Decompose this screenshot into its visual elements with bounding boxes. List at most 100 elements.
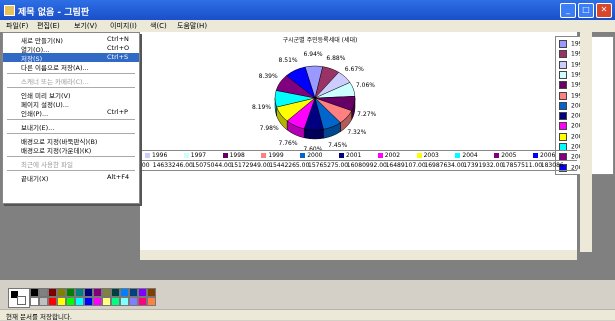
legend-swatch <box>559 132 567 141</box>
data-table: 1996 1997 1998 1999 2000 2001 2002 2003 2004 2005… <box>140 150 577 174</box>
status-bar: 현재 문서를 저장합니다. <box>0 309 615 321</box>
palette-color-swatch[interactable] <box>39 297 48 306</box>
menu-image[interactable]: 이미지(I) <box>110 21 137 31</box>
menu-view[interactable]: 보기(V) <box>74 21 97 31</box>
vertical-scrollbar[interactable] <box>580 32 592 252</box>
color-palette <box>0 284 615 308</box>
table-header-swatch <box>377 153 383 158</box>
table-cell: 15075044.00 <box>191 162 232 169</box>
table-header-cell: 2004 <box>455 152 478 162</box>
window-title: 제목 없음 - 그림판 <box>18 8 90 18</box>
table-cell: 14633246.00 <box>152 162 193 169</box>
paint-app-icon <box>4 5 15 16</box>
menu-separator <box>7 156 135 157</box>
palette-color-swatch[interactable] <box>93 288 102 297</box>
palette-color-swatch[interactable] <box>57 297 66 306</box>
table-header-label: 2000 <box>307 152 323 159</box>
table-cell: 15442265.00 <box>269 162 310 169</box>
palette-color-swatch[interactable] <box>102 288 111 297</box>
palette-color-swatch[interactable] <box>93 297 102 306</box>
table-header-swatch <box>494 153 500 158</box>
table-header-swatch <box>533 153 538 158</box>
palette-color-swatch[interactable] <box>129 288 138 297</box>
file-menu-item[interactable]: 배경으로 지정(바둑판식)(B) <box>3 136 139 146</box>
table-header-label: 2002 <box>384 152 401 159</box>
palette-color-swatch[interactable] <box>48 288 57 297</box>
pie-data-label: 7.27% <box>357 110 377 118</box>
table-header-swatch <box>339 153 344 158</box>
file-menu-item[interactable]: 배경으로 지정(가운데)(K) <box>3 145 139 155</box>
file-menu-item[interactable]: 페이지 설정(U)... <box>3 99 139 109</box>
file-menu-item[interactable]: 다른 이름으로 저장(A)... <box>3 62 139 72</box>
table-cell: 15765275.00 <box>308 162 349 169</box>
horizontal-scrollbar[interactable] <box>140 250 577 260</box>
maximize-button[interactable]: □ <box>578 3 594 18</box>
pie-slice-side <box>303 128 324 140</box>
legend-swatch <box>559 70 567 79</box>
paint-canvas[interactable]: 구시군별 주민등록세대 (세대) 6.94% 6.88% 6.67% 7.06% 7.2… <box>140 32 614 250</box>
palette-color-swatch[interactable] <box>30 297 39 306</box>
table-header-label: 2006 <box>540 152 556 159</box>
file-menu-item-shortcut: Alt+F4 <box>107 173 130 181</box>
palette-color-swatch[interactable] <box>75 297 84 306</box>
menu-file[interactable]: 파일(F) <box>6 21 28 31</box>
file-menu-item[interactable]: 인쇄(P)... Ctrl+P <box>3 108 139 118</box>
file-menu-item[interactable]: 새로 만들기(N) Ctrl+N <box>3 35 139 45</box>
pie-data-label: 7.06% <box>355 82 375 90</box>
legend-swatch <box>559 50 567 59</box>
legend-swatch <box>559 60 567 69</box>
palette-color-swatch[interactable] <box>30 288 39 297</box>
table-cell: 17391932.00 <box>463 162 504 169</box>
table-header-cell: 2006 <box>533 152 555 162</box>
close-button[interactable]: ✕ <box>596 3 612 18</box>
file-menu-item-shortcut: Ctrl+O <box>107 44 130 52</box>
menu-help[interactable]: 도움말(H) <box>177 21 207 31</box>
menu-colors[interactable]: 색(C) <box>150 21 167 31</box>
menu-edit[interactable]: 편집(E) <box>37 21 60 31</box>
legend-swatch <box>559 122 567 131</box>
palette-color-swatch[interactable] <box>120 288 129 297</box>
legend-swatch <box>559 81 567 90</box>
palette-color-swatch[interactable] <box>39 288 48 297</box>
palette-color-swatch[interactable] <box>111 288 120 297</box>
palette-color-swatch[interactable] <box>138 288 147 297</box>
table-header-cell: 1996 <box>145 152 167 162</box>
file-menu-dropdown: 새로 만들기(N) Ctrl+N 열기(O)... Ctrl+O 저장(S) Ctrl+S… <box>2 32 140 204</box>
file-menu-item[interactable]: 보내기(E)... <box>3 122 139 132</box>
table-header-label: 1998 <box>229 152 245 159</box>
palette-color-swatch[interactable] <box>84 297 93 306</box>
file-menu-item[interactable]: 저장(S) Ctrl+S <box>3 53 139 63</box>
legend-swatch <box>559 40 567 48</box>
table-header-cell: 1998 <box>222 152 245 162</box>
palette-color-swatch[interactable] <box>147 297 156 306</box>
palette-color-swatch[interactable] <box>57 288 66 297</box>
table-cell: 15172949.00 <box>230 162 271 169</box>
palette-color-swatch[interactable] <box>84 288 93 297</box>
file-menu-item[interactable]: 인쇄 미리 보기(V) <box>3 90 139 100</box>
palette-color-swatch[interactable] <box>138 297 147 306</box>
palette-color-swatch[interactable] <box>75 288 84 297</box>
menu-separator <box>7 73 135 74</box>
current-colors[interactable] <box>8 288 30 308</box>
table-cell: 16987634.00 <box>424 162 465 169</box>
palette-color-swatch[interactable] <box>120 297 129 306</box>
palette-color-swatch[interactable] <box>111 297 120 306</box>
file-menu-item[interactable]: 끝내기(X) Alt+F4 <box>3 173 139 183</box>
minimize-button[interactable]: _ <box>560 3 576 18</box>
palette-color-swatch[interactable] <box>147 288 156 297</box>
palette-color-swatch[interactable] <box>129 297 138 306</box>
pie-data-label: 6.94% <box>303 51 323 59</box>
table-header-swatch <box>145 153 150 158</box>
status-text: 현재 문서를 저장합니다. <box>6 313 72 321</box>
table-cell: 16080992.00 <box>346 162 387 169</box>
table-header-label: 2004 <box>462 152 478 159</box>
palette-color-swatch[interactable] <box>66 297 75 306</box>
palette-color-swatch[interactable] <box>102 297 111 306</box>
palette-color-swatch[interactable] <box>48 297 57 306</box>
table-header-cell: 1997 <box>183 152 206 162</box>
table-header-swatch <box>300 153 306 158</box>
table-cell: .00 <box>140 162 150 169</box>
file-menu-item[interactable]: 열기(O)... Ctrl+O <box>3 44 139 54</box>
file-menu-item-shortcut: Ctrl+N <box>107 35 129 43</box>
palette-color-swatch[interactable] <box>66 288 75 297</box>
